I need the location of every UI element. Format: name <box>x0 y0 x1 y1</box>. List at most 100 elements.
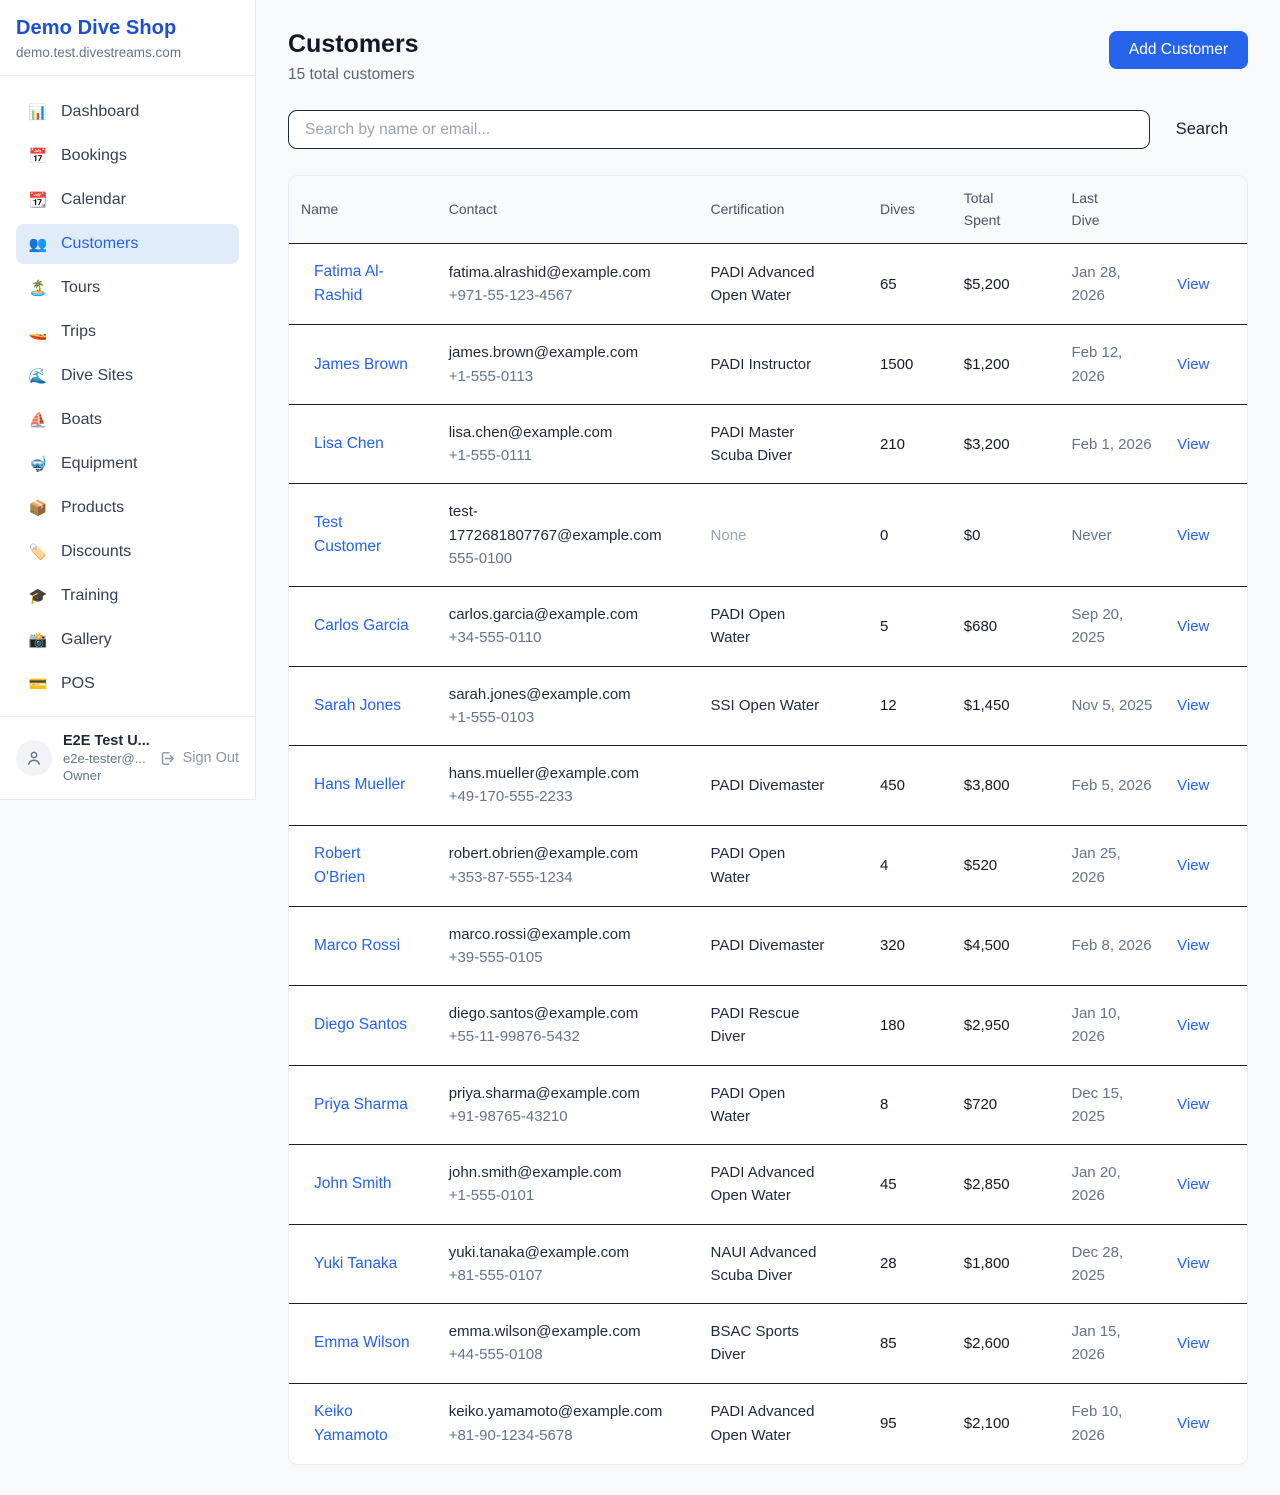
customer-name-link[interactable]: Lisa Chen <box>314 432 384 456</box>
sidebar-item-calendar[interactable]: 📆 Calendar <box>16 180 239 220</box>
customer-phone: +34-555-0110 <box>449 626 687 649</box>
sidebar-item-customers[interactable]: 👥 Customers <box>16 224 239 264</box>
table-row: Keiko Yamamoto keiko.yamamoto@example.co… <box>289 1383 1247 1464</box>
search-row: Search <box>288 110 1248 149</box>
customer-certification: PADI Divemaster <box>711 774 825 797</box>
customer-name-link[interactable]: Sarah Jones <box>314 694 401 718</box>
customer-dives: 95 <box>880 1415 897 1432</box>
table-row: Robert O'Brien robert.obrien@example.com… <box>289 825 1247 906</box>
customer-name-link[interactable]: Marco Rossi <box>314 934 400 958</box>
customer-total-spent: $5,200 <box>964 276 1010 293</box>
table-row: Priya Sharma priya.sharma@example.com +9… <box>289 1065 1247 1145</box>
sidebar-item-pos[interactable]: 💳 POS <box>16 664 239 704</box>
table-row: Test Customer test-1772681807767@example… <box>289 484 1247 587</box>
customer-dives: 180 <box>880 1017 905 1034</box>
sidebar-item-bookings[interactable]: 📅 Bookings <box>16 136 239 176</box>
customer-phone: +39-555-0105 <box>449 946 687 969</box>
customer-dives: 45 <box>880 1176 897 1193</box>
customer-total-spent: $4,500 <box>964 937 1010 954</box>
nav-item-label: Training <box>61 587 118 605</box>
view-link[interactable]: View <box>1177 276 1209 293</box>
customer-name-link[interactable]: Priya Sharma <box>314 1093 408 1117</box>
view-link[interactable]: View <box>1177 697 1209 714</box>
search-input[interactable] <box>288 110 1150 149</box>
view-link[interactable]: View <box>1177 436 1209 453</box>
sidebar: Demo Dive Shop demo.test.divestreams.com… <box>0 0 256 800</box>
view-link[interactable]: View <box>1177 1335 1209 1352</box>
brand-title: Demo Dive Shop <box>16 17 239 40</box>
customer-dives: 450 <box>880 777 905 794</box>
customer-name-link[interactable]: James Brown <box>314 353 408 377</box>
island-icon: 🏝️ <box>28 281 48 296</box>
sidebar-item-trips[interactable]: 🚤 Trips <box>16 312 239 352</box>
sidebar-item-dive-sites[interactable]: 🌊 Dive Sites <box>16 356 239 396</box>
view-link[interactable]: View <box>1177 1176 1209 1193</box>
view-link[interactable]: View <box>1177 1415 1209 1432</box>
customer-name-link[interactable]: Yuki Tanaka <box>314 1252 397 1276</box>
view-link[interactable]: View <box>1177 777 1209 794</box>
customer-email: emma.wilson@example.com <box>449 1320 665 1343</box>
view-link[interactable]: View <box>1177 356 1209 373</box>
customer-name-link[interactable]: Fatima Al-Rashid <box>314 260 411 308</box>
customer-email: james.brown@example.com <box>449 341 665 364</box>
user-info: E2E Test U... e2e-tester@... Owner <box>63 733 148 783</box>
customer-name-link[interactable]: Robert O'Brien <box>314 842 411 890</box>
customer-phone: +91-98765-43210 <box>449 1105 687 1128</box>
user-email: e2e-tester@... <box>63 751 148 766</box>
view-link[interactable]: View <box>1177 1096 1209 1113</box>
customer-name-link[interactable]: Keiko Yamamoto <box>314 1400 411 1448</box>
customer-name-link[interactable]: Carlos Garcia <box>314 614 409 638</box>
customer-phone: +1-555-0111 <box>449 444 687 467</box>
table-row: Hans Mueller hans.mueller@example.com +4… <box>289 746 1247 826</box>
customer-total-spent: $2,950 <box>964 1017 1010 1034</box>
calendar-icon: 📅 <box>28 149 48 164</box>
user-role: Owner <box>63 768 148 783</box>
column-header: Name <box>289 176 437 244</box>
search-button[interactable]: Search <box>1150 120 1248 139</box>
customer-phone: +1-555-0103 <box>449 706 687 729</box>
customer-total-spent: $2,600 <box>964 1335 1010 1352</box>
customer-certification: PADI Divemaster <box>711 934 825 957</box>
customer-total-spent: $2,100 <box>964 1415 1010 1432</box>
table-row: James Brown james.brown@example.com +1-5… <box>289 325 1247 405</box>
view-link[interactable]: View <box>1177 1017 1209 1034</box>
person-icon <box>25 749 43 767</box>
sidebar-item-boats[interactable]: ⛵ Boats <box>16 400 239 440</box>
customer-name-link[interactable]: Emma Wilson <box>314 1331 410 1355</box>
sidebar-item-training[interactable]: 🎓 Training <box>16 576 239 616</box>
table-row: Carlos Garcia carlos.garcia@example.com … <box>289 587 1247 667</box>
customer-last-dive: Feb 8, 2026 <box>1071 934 1151 957</box>
customer-total-spent: $680 <box>964 618 997 635</box>
customer-email: test-1772681807767@example.com <box>449 500 665 547</box>
customer-certification: PADI Instructor <box>711 353 812 376</box>
customer-last-dive: Dec 28, 2025 <box>1071 1241 1153 1288</box>
sidebar-item-gallery[interactable]: 📸 Gallery <box>16 620 239 660</box>
customer-certification: PADI Master Scuba Diver <box>711 421 829 468</box>
customer-name-link[interactable]: Diego Santos <box>314 1013 407 1037</box>
customer-email: marco.rossi@example.com <box>449 923 665 946</box>
sidebar-item-discounts[interactable]: 🏷️ Discounts <box>16 532 239 572</box>
view-link[interactable]: View <box>1177 527 1209 544</box>
customer-last-dive: Jan 25, 2026 <box>1071 842 1153 889</box>
sign-out-button[interactable]: Sign Out <box>159 750 239 767</box>
customer-phone: +81-555-0107 <box>449 1264 687 1287</box>
view-link[interactable]: View <box>1177 937 1209 954</box>
customer-name-link[interactable]: Test Customer <box>314 511 411 559</box>
customer-last-dive: Jan 28, 2026 <box>1071 261 1153 308</box>
column-header: Certification <box>699 176 868 244</box>
customer-name-link[interactable]: John Smith <box>314 1172 392 1196</box>
customer-certification: SSI Open Water <box>711 694 820 717</box>
view-link[interactable]: View <box>1177 618 1209 635</box>
sidebar-item-equipment[interactable]: 🤿 Equipment <box>16 444 239 484</box>
customer-email: robert.obrien@example.com <box>449 842 665 865</box>
table-row: Emma Wilson emma.wilson@example.com +44-… <box>289 1304 1247 1384</box>
customer-name-link[interactable]: Hans Mueller <box>314 773 405 797</box>
view-link[interactable]: View <box>1177 1255 1209 1272</box>
sidebar-item-dashboard[interactable]: 📊 Dashboard <box>16 92 239 132</box>
add-customer-button[interactable]: Add Customer <box>1109 31 1248 69</box>
sidebar-item-tours[interactable]: 🏝️ Tours <box>16 268 239 308</box>
sidebar-item-products[interactable]: 📦 Products <box>16 488 239 528</box>
table-row: Sarah Jones sarah.jones@example.com +1-5… <box>289 666 1247 746</box>
customer-phone: +1-555-0113 <box>449 365 687 388</box>
view-link[interactable]: View <box>1177 857 1209 874</box>
